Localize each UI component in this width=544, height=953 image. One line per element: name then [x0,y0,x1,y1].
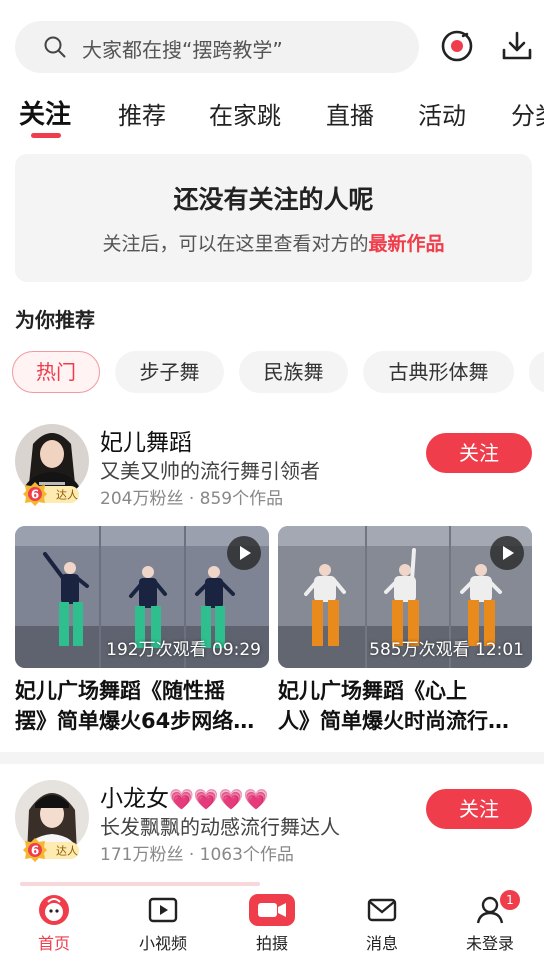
search-bar[interactable]: 大家都在搜“摆跨教学” [15,21,419,73]
record-icon[interactable] [441,30,473,62]
video-title-line: 人》简单爆火时尚流行… [278,709,509,733]
video-title-line: 摆》简单爆火64步网络… [15,709,255,733]
tab-live[interactable]: 直播 [326,96,374,131]
nav-label: 消息 [365,934,398,953]
video-title-line: 妃儿广场舞蹈《心上 [278,679,467,703]
tab-dance-at-home[interactable]: 在家跳 [209,96,281,131]
video-card[interactable]: 192万次观看 09:29 [15,526,269,668]
camera-icon [249,894,295,926]
chip-popular[interactable]: 热门 [12,351,100,393]
badge-level: 6 [31,844,39,858]
bottom-nav: 首页 小视频 拍摄 消息 1 未登录 [0,886,544,953]
creator-stats: 204万粉丝 · 859个作品 [100,489,284,509]
nav-label: 拍摄 [255,934,288,953]
nav-label: 未登录 [465,934,514,953]
search-icon [44,36,66,58]
creator-name[interactable]: 小龙女💗💗💗💗 [100,779,269,813]
top-bar: 大家都在搜“摆跨教学” [0,0,544,90]
creator-name-text: 小龙女 [100,786,169,812]
follow-button[interactable]: 关注 [426,433,532,473]
empty-title: 还没有关注的人呢 [173,185,374,214]
chip-ethnic-dance[interactable]: 民族舞 [239,351,348,393]
tab-follow[interactable]: 关注 [19,94,71,131]
badge-level: 6 [31,488,39,502]
video-title-line: 妃儿广场舞蹈《随性摇 [15,679,225,703]
play-icon[interactable] [227,536,261,570]
tab-events[interactable]: 活动 [418,96,466,131]
level-badge: 6 达人 [23,838,79,862]
mail-icon [367,898,397,922]
hearts-icon: 💗💗💗💗 [169,787,269,811]
creator-description: 长发飘飘的动感流行舞达人 [100,815,340,839]
nav-shoot[interactable]: 拍摄 [218,886,326,953]
active-tab-indicator [31,133,61,138]
recommend-heading: 为你推荐 [15,308,95,332]
creator-card: 6 达人 妃儿舞蹈 又美又帅的流行舞引领者 204万粉丝 · 859个作品 关注… [0,420,544,740]
video-row: 192万次观看 09:29 妃儿广场舞蹈《随性摇 摆》简单爆火64步网络… 58… [0,526,544,736]
nav-short-video[interactable]: 小视频 [109,886,217,953]
empty-follow-card: 还没有关注的人呢 关注后，可以在这里查看对方的最新作品 [15,154,532,282]
nav-messages[interactable]: 消息 [328,886,436,953]
tab-categories[interactable]: 分类 [511,96,544,131]
video-stats: 192万次观看 09:29 [106,640,261,660]
download-icon[interactable] [501,30,533,62]
creator-card: 6 达人 小龙女💗💗💗💗 长发飘飘的动感流行舞达人 171万粉丝 · 1063个… [0,776,544,886]
play-icon[interactable] [490,536,524,570]
notification-badge: 1 [500,890,520,910]
follow-button[interactable]: 关注 [426,789,532,829]
home-icon [39,895,69,925]
chip-more[interactable] [529,351,544,393]
chip-step-dance[interactable]: 步子舞 [115,351,224,393]
nav-label: 小视频 [138,934,187,953]
nav-profile[interactable]: 1 未登录 [436,886,544,953]
badge-label: 达人 [56,489,78,502]
short-video-icon [148,897,178,923]
nav-label: 首页 [37,934,70,953]
creator-name[interactable]: 妃儿舞蹈 [100,423,192,457]
empty-subtitle-text: 关注后，可以在这里查看对方的 [102,233,369,255]
latest-works-link[interactable]: 最新作品 [369,233,445,255]
video-title[interactable]: 妃儿广场舞蹈《心上 人》简单爆火时尚流行… [278,676,532,736]
creator-stats: 171万粉丝 · 1063个作品 [100,845,294,865]
video-title[interactable]: 妃儿广场舞蹈《随性摇 摆》简单爆火64步网络… [15,676,269,736]
creator-description: 又美又帅的流行舞引领者 [100,459,320,483]
empty-subtitle: 关注后，可以在这里查看对方的最新作品 [15,229,532,256]
chip-classical-dance[interactable]: 古典形体舞 [363,351,514,393]
badge-label: 达人 [56,845,78,858]
section-divider [0,752,544,764]
video-card[interactable]: 585万次观看 12:01 [278,526,532,668]
tab-recommend[interactable]: 推荐 [118,96,166,131]
level-badge: 6 达人 [23,482,79,506]
nav-home[interactable]: 首页 [0,886,108,953]
dance-style-chips: 热门 步子舞 民族舞 古典形体舞 [0,351,544,395]
category-tabs: 关注 推荐 在家跳 直播 活动 分类 [0,90,544,142]
video-stats: 585万次观看 12:01 [369,640,524,660]
search-placeholder: 大家都在搜“摆跨教学” [82,38,283,62]
